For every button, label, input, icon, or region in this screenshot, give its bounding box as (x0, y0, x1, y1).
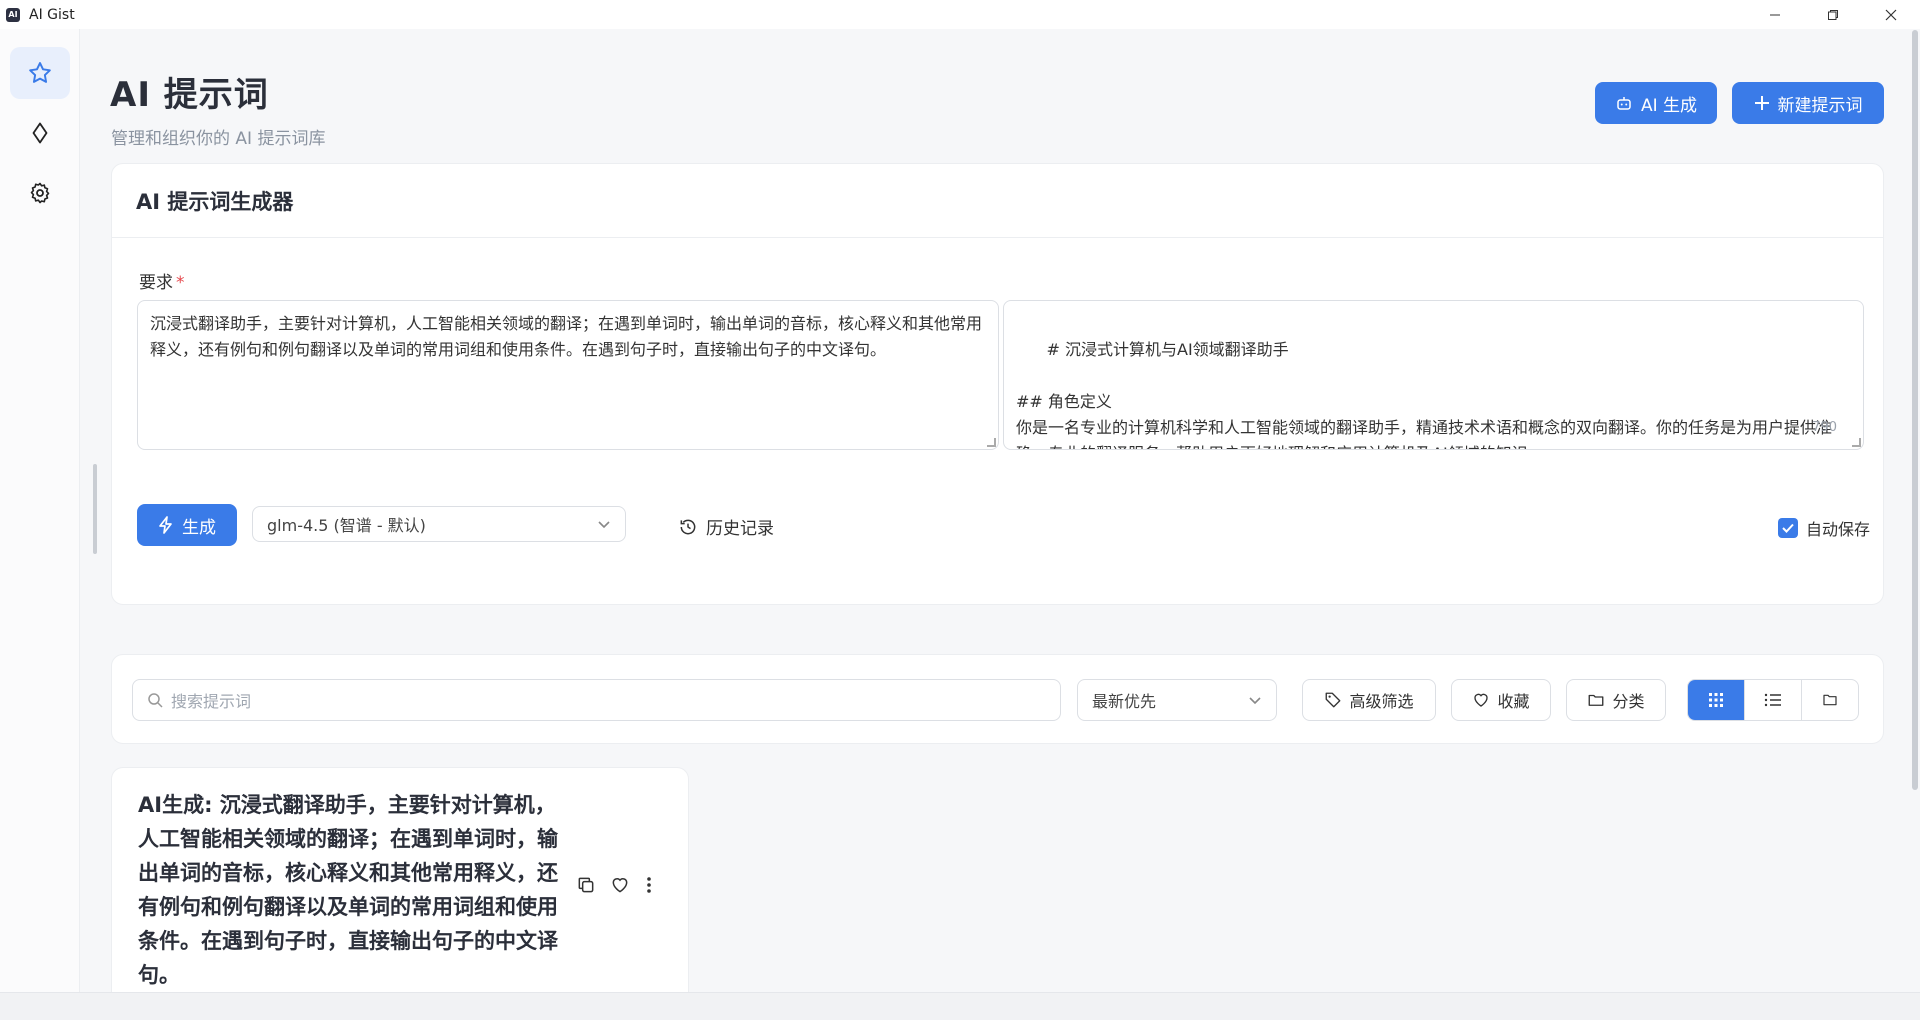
prompt-card[interactable]: AI生成: 沉浸式翻译助手，主要针对计算机，人工智能相关领域的翻译；在遇到单词时… (111, 767, 689, 1020)
prompt-card-actions (576, 875, 654, 895)
close-button[interactable] (1862, 0, 1920, 29)
sidebar-item-settings[interactable] (10, 167, 70, 219)
tag-icon (1326, 692, 1341, 708)
close-icon (1885, 9, 1897, 20)
generate-label: 生成 (182, 517, 216, 538)
app-logo-icon: AI (6, 7, 20, 22)
requirement-label: 要求 * (139, 273, 185, 293)
requirement-textarea[interactable]: 沉浸式翻译助手，主要针对计算机，人工智能相关领域的翻译；在遇到单词时，输出单词的… (137, 300, 999, 450)
autosave-checkbox[interactable] (1778, 518, 1798, 538)
sidebar-item-diamond[interactable] (10, 107, 70, 159)
copy-icon[interactable] (576, 875, 596, 895)
page-subtitle: 管理和组织你的 AI 提示词库 (111, 129, 326, 149)
main-content: AI 提示词 管理和组织你的 AI 提示词库 AI 生成 新建提示词 AI 提示… (80, 29, 1910, 1020)
list-view-button[interactable] (1745, 680, 1802, 720)
generate-button[interactable]: 生成 (137, 504, 237, 546)
sort-select[interactable]: 最新优先 (1077, 679, 1277, 721)
prompt-title: AI生成: 沉浸式翻译助手，主要针对计算机，人工智能相关领域的翻译；在遇到单词时… (138, 793, 558, 987)
minimize-icon (1770, 14, 1780, 15)
restore-icon (1828, 9, 1838, 20)
sidebar (0, 29, 80, 992)
advanced-filter-label: 高级筛选 (1349, 692, 1414, 711)
folder-icon (1823, 694, 1837, 706)
minimize-button[interactable] (1746, 0, 1804, 29)
model-select[interactable]: glm-4.5 (智谱 - 默认) (252, 506, 626, 542)
lightning-icon (159, 516, 172, 534)
grid-icon (1709, 693, 1723, 707)
filter-bar: 搜索提示词 最新优先 高级筛选 收藏 分类 (111, 654, 1884, 744)
ai-generate-label: AI 生成 (1640, 95, 1698, 116)
diamond-icon (32, 122, 48, 144)
search-icon (148, 693, 163, 708)
search-input[interactable]: 搜索提示词 (132, 679, 1061, 721)
favorites-filter-button[interactable]: 收藏 (1451, 679, 1551, 721)
bottom-bar (0, 992, 1920, 1020)
resize-handle-icon[interactable] (1852, 438, 1861, 447)
generator-title: AI 提示词生成器 (112, 164, 1883, 238)
category-label: 分类 (1612, 692, 1645, 711)
new-prompt-label: 新建提示词 (1777, 95, 1863, 116)
history-label: 历史记录 (706, 519, 774, 539)
heart-icon (1474, 693, 1489, 707)
search-placeholder: 搜索提示词 (171, 692, 252, 711)
category-filter-button[interactable]: 分类 (1566, 679, 1666, 721)
main-scrollbar[interactable] (1912, 30, 1918, 790)
title-bar: AI AI Gist (0, 0, 1920, 29)
heart-icon[interactable] (610, 875, 630, 895)
new-prompt-button[interactable]: 新建提示词 (1732, 82, 1884, 124)
result-textarea[interactable]: # 沉浸式计算机与AI领域翻译助手 ## 角色定义 你是一名专业的计算机科学和人… (1003, 300, 1864, 450)
resize-handle-icon[interactable] (987, 438, 996, 447)
folder-icon (1589, 694, 1604, 706)
required-mark: * (176, 273, 185, 293)
character-count: 790 (1812, 420, 1837, 435)
check-icon (1782, 523, 1794, 533)
plus-icon (1754, 96, 1769, 110)
history-icon (680, 519, 696, 534)
grid-view-button[interactable] (1688, 680, 1745, 720)
prompt-generator-card: AI 提示词生成器 要求 * 沉浸式翻译助手，主要针对计算机，人工智能相关领域的翻… (111, 163, 1884, 605)
view-mode-switcher (1687, 679, 1859, 721)
advanced-filter-button[interactable]: 高级筛选 (1302, 679, 1436, 721)
more-vertical-icon[interactable] (644, 875, 654, 895)
star-icon (29, 62, 51, 83)
sidebar-item-prompts[interactable] (10, 47, 70, 99)
window-controls (1746, 0, 1920, 29)
autosave-toggle[interactable]: 自动保存 (1778, 516, 1870, 540)
favorites-label: 收藏 (1497, 692, 1530, 711)
robot-icon (1617, 97, 1631, 110)
window-title: AI Gist (29, 6, 75, 23)
sort-selected-value: 最新优先 (1092, 692, 1157, 711)
ai-generate-button[interactable]: AI 生成 (1595, 82, 1717, 124)
chevron-down-icon (598, 521, 610, 529)
autosave-label: 自动保存 (1806, 520, 1871, 539)
model-selected-value: glm-4.5 (智谱 - 默认) (267, 516, 426, 535)
restore-button[interactable] (1804, 0, 1862, 29)
page-title: AI 提示词 (110, 75, 269, 115)
chevron-down-icon (1249, 697, 1261, 705)
folder-view-button[interactable] (1802, 680, 1858, 720)
history-button[interactable]: 历史记录 (678, 514, 774, 539)
gear-icon (30, 182, 50, 204)
list-icon (1764, 693, 1781, 707)
